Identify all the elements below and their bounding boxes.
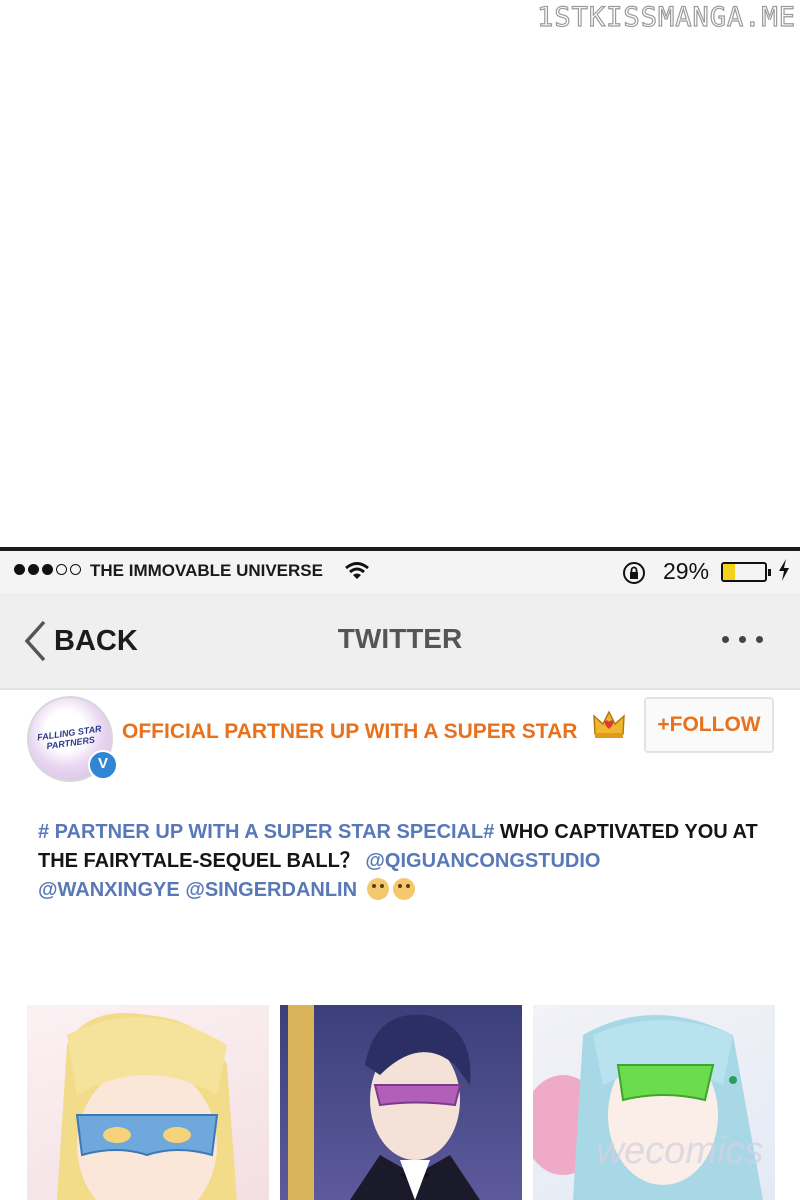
account-name[interactable]: OFFICIAL PARTNER UP WITH A SUPER STAR xyxy=(122,720,577,744)
mention-link[interactable]: @SINGERDANLIN xyxy=(185,879,357,901)
follow-button[interactable]: +FOLLOW xyxy=(644,697,774,753)
battery-level xyxy=(723,564,736,580)
more-dots-icon[interactable] xyxy=(722,636,763,643)
orientation-lock-icon xyxy=(623,562,645,584)
verified-badge-icon: V xyxy=(88,750,118,780)
site-watermark: 1STKISSMANGA.ME xyxy=(537,1,796,33)
doge-emoji-icon xyxy=(392,878,415,900)
image-thumbnail-suit-masked[interactable] xyxy=(280,1005,522,1200)
mention-link[interactable]: @WANXINGYE xyxy=(38,879,180,901)
hashtag-link[interactable]: # PARTNER UP WITH A SUPER STAR SPECIAL# xyxy=(38,821,494,843)
page-title: TWITTER xyxy=(337,623,463,654)
carrier-name: THE IMMOVABLE UNIVERSE xyxy=(90,561,323,580)
crown-icon xyxy=(593,710,625,738)
images-watermark: wecomics xyxy=(596,1130,764,1172)
status-bar: THE IMMOVABLE UNIVERSE 29% xyxy=(0,551,800,593)
navigation-bar: BACK TWITTER xyxy=(0,593,800,690)
mention-link[interactable]: @QIGUANCONGSTUDIO xyxy=(365,850,600,872)
image-thumbnail-blonde-masked[interactable] xyxy=(27,1005,269,1200)
avatar-logo-text: FALLING STAR PARTNERS xyxy=(36,723,103,752)
post-header: FALLING STAR PARTNERS V OFFICIAL PARTNER… xyxy=(0,690,800,790)
signal-strength-icon xyxy=(14,564,81,575)
battery-percentage: 29% xyxy=(663,558,710,584)
battery-icon xyxy=(721,562,771,582)
charging-icon xyxy=(779,559,789,581)
post-body: # PARTNER UP WITH A SUPER STAR SPECIAL# … xyxy=(38,818,778,905)
doge-emoji-icon xyxy=(366,878,389,900)
wifi-icon xyxy=(345,562,369,579)
